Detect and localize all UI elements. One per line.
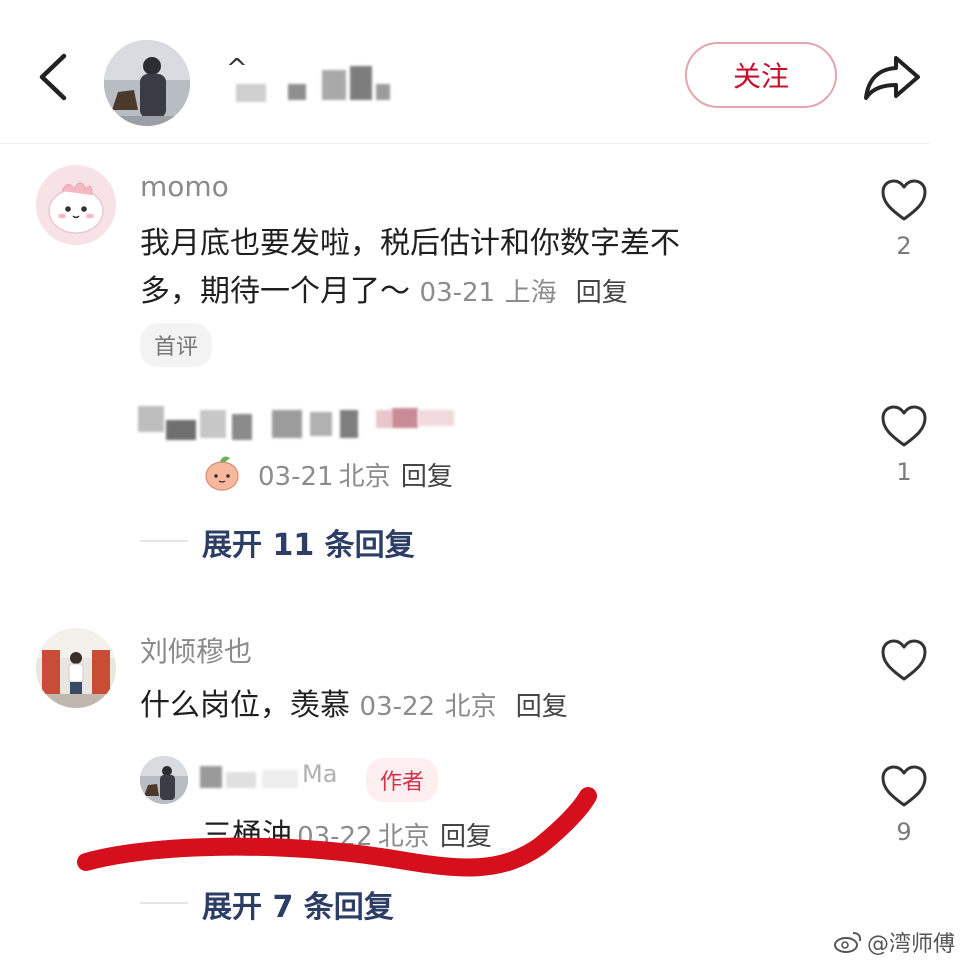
- redacted-name-block: [166, 420, 196, 440]
- comment-username[interactable]: 刘倾穆也: [140, 630, 252, 670]
- header-divider: [0, 143, 930, 144]
- back-icon[interactable]: [34, 52, 74, 102]
- redacted-name-block: [376, 84, 390, 100]
- reply-location: 北京: [338, 462, 391, 492]
- redacted-name-block: [200, 410, 226, 438]
- expand-divider: [140, 540, 188, 542]
- heart-icon[interactable]: [880, 178, 928, 222]
- comment-avatar-liu[interactable]: [36, 628, 116, 708]
- comment-username[interactable]: momo: [140, 170, 229, 203]
- heart-icon[interactable]: [880, 638, 928, 682]
- heart-icon[interactable]: [880, 404, 928, 448]
- header-avatar[interactable]: [104, 40, 190, 126]
- redacted-name-block: [418, 410, 454, 426]
- redacted-name-block: [340, 410, 358, 438]
- comment-avatar-momo[interactable]: [36, 165, 116, 245]
- redacted-name-block: [272, 410, 302, 438]
- redacted-name-block: [350, 66, 372, 100]
- redacted-name-block: [310, 412, 332, 436]
- redacted-name-block: [322, 70, 346, 100]
- reply-button[interactable]: 回复: [516, 692, 568, 722]
- reply-date: 03-21: [258, 462, 334, 492]
- comment-location: 上海: [504, 278, 557, 308]
- redacted-name-block: [236, 84, 266, 102]
- comment-location: 北京: [444, 692, 497, 722]
- red-underline-annotation: [77, 787, 597, 877]
- redacted-name-block: [232, 414, 252, 440]
- comment-text: 我月底也要发啦，税后估计和你数字差不 多，期待一个月了～ 03-21 上海 回复: [140, 226, 680, 309]
- watermark: @湾师傅: [833, 926, 955, 958]
- weibo-logo-icon: [833, 932, 862, 953]
- expand-replies-button[interactable]: 展开 11 条回复: [202, 520, 415, 564]
- like-count: 2: [896, 232, 912, 260]
- redacted-name-block: [392, 408, 418, 428]
- redacted-name-block: [288, 84, 306, 100]
- header-username: ^: [226, 54, 248, 84]
- redacted-name-block: [376, 410, 392, 428]
- comment-date: 03-21: [419, 278, 496, 308]
- follow-button[interactable]: 关注: [685, 42, 837, 108]
- first-comment-badge: 首评: [140, 323, 213, 367]
- redacted-reply-avatar: [138, 406, 164, 432]
- comment-text: 什么岗位，羡慕 03-22 北京 回复: [140, 688, 568, 723]
- share-icon[interactable]: [862, 52, 922, 102]
- peach-emoji-icon: [205, 456, 239, 491]
- like-count: 1: [896, 458, 912, 486]
- reply-button[interactable]: 回复: [401, 462, 453, 492]
- reply-button[interactable]: 回复: [576, 278, 628, 308]
- reply-meta: 03-21 北京 回复: [258, 456, 453, 493]
- comment-date: 03-22: [359, 692, 436, 722]
